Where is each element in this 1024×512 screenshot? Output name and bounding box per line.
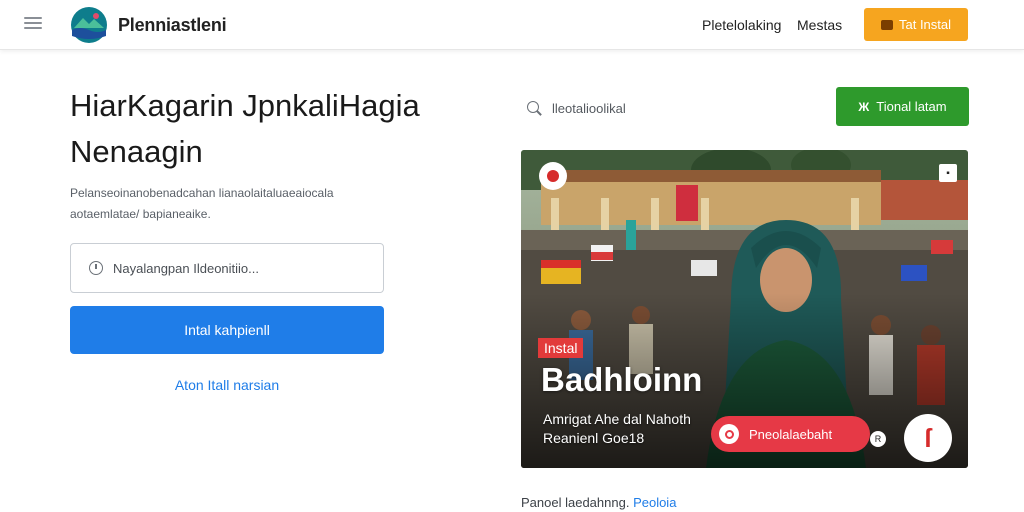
card-action-pill[interactable]: Pneolalaebaht [711,416,870,452]
record-icon [719,424,739,444]
search-input[interactable] [552,101,712,116]
secondary-link[interactable]: Aton Itall narsian [70,377,384,393]
card-badge: Instal [538,338,584,358]
card-round-button[interactable]: ſ [904,414,952,462]
hook-icon: ſ [924,422,932,453]
card-logo-icon [539,162,567,190]
install-button-label: Tat Instal [898,17,952,32]
logo-icon [71,7,107,43]
green-action-button[interactable]: Ж Tional latam [836,87,969,126]
footer-text: Panoel laedahnng. [521,495,630,510]
install-button[interactable]: Tat Instal [864,8,968,41]
green-button-icon: Ж [858,99,870,114]
top-header: Plenniastleni Pletelolaking Mestas Tat I… [0,0,1024,50]
clock-icon [89,261,103,275]
card-corner-icon[interactable]: ▪ [939,164,957,182]
install-icon [880,19,893,30]
search-bar[interactable] [527,101,712,116]
menu-icon[interactable] [24,17,42,31]
nav-link-1[interactable]: Pletelolaking [702,17,781,33]
card-small-badge: R [870,431,886,447]
primary-button[interactable]: Intal kahpienll [70,306,384,354]
search-icon[interactable] [527,101,542,116]
media-card[interactable]: ▪ Instal Badhloinn Amrigat Ahe dal Nahot… [521,150,968,468]
card-pill-label: Pneolalaebaht [749,426,833,442]
green-button-label: Tional latam [876,99,947,114]
card-title: Badhloinn [541,361,703,398]
hero-description: Pelanseoinanobenadcahan lianaolaitaluaea… [70,186,334,221]
hero-title: HiarKagarin JpnkaliHagia Nenaagin [70,88,420,169]
email-input[interactable] [113,260,363,276]
nav-link-2[interactable]: Mestas [797,17,842,33]
email-field[interactable] [70,243,384,293]
brand-name: Plenniastleni [118,15,227,35]
footer-line: Panoel laedahnng. Peoloia [521,495,676,510]
footer-link[interactable]: Peoloia [633,495,676,510]
